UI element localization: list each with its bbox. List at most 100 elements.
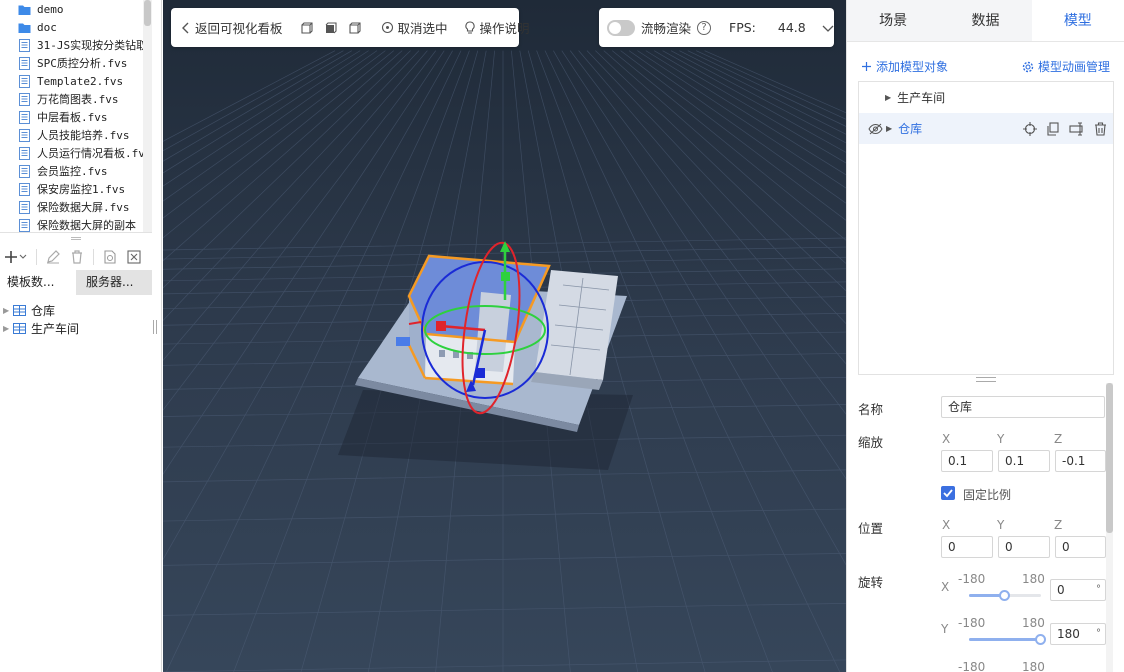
rotation-axis-x: X <box>941 580 950 594</box>
file-item[interactable]: 保险数据大屏.fvs <box>0 198 152 216</box>
view-mode-1-button[interactable] <box>299 21 317 35</box>
tab-template-data[interactable]: 模板数... <box>0 270 76 295</box>
file-item[interactable]: 万花筒图表.fvs <box>0 90 152 108</box>
lock-ratio-checkbox[interactable] <box>941 486 955 500</box>
position-axis-y: Y <box>997 518 1005 532</box>
tree-item-label: 生产车间 <box>31 321 80 336</box>
animation-manage-button[interactable]: 模型动画管理 <box>1022 58 1110 75</box>
rotation-y-input[interactable]: 180 ° <box>1050 623 1106 645</box>
scale-z-input[interactable]: -0.1 <box>1055 450 1106 472</box>
caret-right-icon[interactable]: ▶ <box>3 306 13 315</box>
folder-icon <box>18 23 31 33</box>
rotation-x-value: 0 <box>1057 583 1065 597</box>
document-icon <box>19 92 30 106</box>
export-icon[interactable] <box>124 247 144 267</box>
rotation-z-max: 180 <box>1022 660 1045 672</box>
rotation-y-slider[interactable] <box>969 634 1046 645</box>
file-name: 中层看板.fvs <box>37 111 108 124</box>
view-mode-3-button[interactable] <box>347 21 365 35</box>
animation-label: 模型动画管理 <box>1038 60 1111 74</box>
left-tabs: 模板数... 服务器... <box>0 270 152 295</box>
trash-icon[interactable] <box>1094 121 1107 136</box>
slider-knob[interactable] <box>1035 634 1046 645</box>
file-name: doc <box>37 20 57 34</box>
properties-scrollbar[interactable] <box>1106 383 1113 672</box>
position-x-input[interactable]: 0 <box>941 536 993 558</box>
panel-resize-handle[interactable] <box>976 377 996 382</box>
vertical-splitter-grip[interactable] <box>153 320 157 334</box>
locate-icon[interactable] <box>1023 121 1037 136</box>
rotation-x-min: -180 <box>958 572 986 586</box>
rotation-axis-y: Y <box>941 622 949 636</box>
degree-symbol: ° <box>1096 584 1101 595</box>
view-mode-2-button[interactable] <box>323 21 341 35</box>
position-z-input[interactable]: 0 <box>1055 536 1106 558</box>
document-icon <box>19 218 30 232</box>
file-item[interactable]: 31-JS实现按分类钻取 <box>0 36 152 54</box>
tree-item-warehouse[interactable]: ▶ 仓库 <box>0 301 152 319</box>
slider-knob[interactable] <box>999 590 1010 601</box>
tab-scene[interactable]: 场景 <box>847 0 940 41</box>
rotation-y-max: 180 <box>1022 616 1045 630</box>
file-item[interactable]: SPC质控分析.fvs <box>0 54 152 72</box>
folder-item[interactable]: demo <box>0 0 152 18</box>
plus-icon <box>862 62 871 71</box>
left-toolbar <box>0 245 152 269</box>
scrollbar-thumb[interactable] <box>144 0 151 26</box>
folder-icon <box>18 5 31 15</box>
horizontal-splitter[interactable] <box>0 232 152 244</box>
scale-axis-z: Z <box>1054 432 1063 446</box>
rename-icon[interactable] <box>1069 121 1085 136</box>
search-doc-icon[interactable] <box>100 247 120 267</box>
file-item[interactable]: 人员运行情况看板.fvs <box>0 144 152 162</box>
file-item[interactable]: 人员技能培养.fvs <box>0 126 152 144</box>
file-name: Template2.fvs <box>37 74 124 88</box>
folder-item[interactable]: doc <box>0 18 152 36</box>
model-tree-item-warehouse[interactable]: ▶ 仓库 <box>859 113 1113 144</box>
model-tree: ▶ 生产车间 ▶ 仓库 <box>858 81 1114 375</box>
back-button[interactable]: 返回可视化看板 <box>181 18 283 37</box>
file-name: 人员技能培养.fvs <box>37 129 130 142</box>
document-icon <box>19 128 30 142</box>
edit-icon[interactable] <box>43 247 63 267</box>
3d-scene[interactable] <box>163 0 846 672</box>
tab-model[interactable]: 模型 <box>1031 0 1124 41</box>
add-icon[interactable] <box>4 247 30 267</box>
file-item[interactable]: 保险数据大屏的副本 <box>0 216 152 232</box>
name-input[interactable]: 仓库 <box>941 396 1105 418</box>
3d-viewport[interactable]: 返回可视化看板 取消选中 操作说明 流畅渲染 ? FPS: 44.8 <box>163 0 846 672</box>
scrollbar-thumb[interactable] <box>1106 383 1113 533</box>
delete-icon[interactable] <box>67 247 87 267</box>
position-y-input[interactable]: 0 <box>998 536 1050 558</box>
tree-item-workshop[interactable]: ▶ 生产车间 <box>0 319 152 337</box>
model-tree-item-workshop[interactable]: ▶ 生产车间 <box>859 82 1113 113</box>
target-icon <box>381 21 393 34</box>
caret-right-icon[interactable]: ▶ <box>886 124 892 133</box>
file-name: 人员运行情况看板.fvs <box>37 147 152 160</box>
add-model-button[interactable]: 添加模型对象 <box>861 58 948 75</box>
scale-y-input[interactable]: 0.1 <box>998 450 1050 472</box>
question-icon[interactable]: ? <box>697 20 712 35</box>
tab-data[interactable]: 数据 <box>939 0 1032 41</box>
file-item[interactable]: 中层看板.fvs <box>0 108 152 126</box>
caret-right-icon[interactable]: ▶ <box>885 93 891 102</box>
toolbar-separator <box>36 249 37 265</box>
smooth-render-toggle[interactable] <box>607 19 635 36</box>
file-item[interactable]: Template2.fvs <box>0 72 152 90</box>
rotation-x-slider[interactable] <box>969 590 1041 601</box>
file-item[interactable]: 会员监控.fvs <box>0 162 152 180</box>
document-icon <box>19 74 30 88</box>
caret-right-icon[interactable]: ▶ <box>3 324 13 333</box>
deselect-button[interactable]: 取消选中 <box>381 18 448 37</box>
eye-off-icon[interactable] <box>868 123 883 135</box>
file-list-scrollbar[interactable] <box>143 0 152 232</box>
scale-x-input[interactable]: 0.1 <box>941 450 993 472</box>
chevron-down-icon[interactable] <box>822 23 834 33</box>
copy-icon[interactable] <box>1046 121 1060 136</box>
rotation-x-input[interactable]: 0 ° <box>1050 579 1106 601</box>
row-operations <box>1023 121 1107 136</box>
rotation-z-min: -180 <box>958 660 986 672</box>
help-button[interactable]: 操作说明 <box>464 18 530 37</box>
tab-server[interactable]: 服务器... <box>76 270 152 295</box>
file-item[interactable]: 保安房监控1.fvs <box>0 180 152 198</box>
